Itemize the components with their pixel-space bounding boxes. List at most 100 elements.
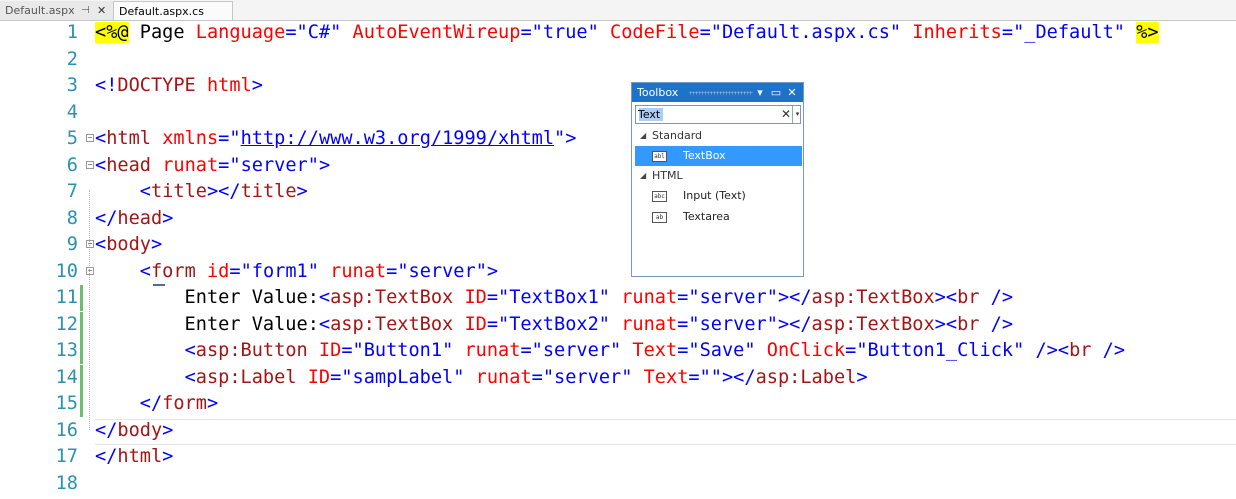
code-token: OnClick [766, 340, 846, 361]
code-line[interactable]: 6− <head runat="server"> [0, 153, 1236, 179]
code-token: = [386, 260, 398, 282]
code-line[interactable]: 3 <!DOCTYPE html> [0, 73, 1236, 99]
code-token: html [106, 128, 151, 149]
code-text: </body> [95, 418, 173, 444]
item-label: Textarea [683, 210, 730, 223]
line-number: 17 [55, 446, 78, 467]
line-number: 3 [66, 75, 78, 96]
code-line[interactable]: 15 </form> [0, 391, 1236, 417]
code-text: <body> [95, 232, 162, 258]
code-token: br [957, 313, 980, 335]
search-options-dropdown-icon[interactable]: ▾ [792, 106, 802, 123]
code-token: "C#" [296, 22, 342, 43]
code-token: = [285, 22, 297, 43]
toolbox-item-input-text[interactable]: abc Input (Text) [635, 186, 802, 206]
code-token: html [206, 75, 252, 96]
toolbox-group-html[interactable]: ◢ HTML [632, 166, 803, 185]
code-line[interactable]: 1 <%@ Page Language="C#" AutoEventWireup=… [0, 20, 1236, 46]
code-token: %> [1136, 22, 1159, 43]
line-number: 8 [66, 207, 78, 229]
code-token: title [240, 181, 297, 202]
code-line[interactable]: 16 </body> [0, 418, 1236, 444]
collapse-icon[interactable]: − [86, 240, 94, 248]
code-token: < [95, 234, 107, 255]
code-line[interactable]: 9− <body> [0, 232, 1236, 258]
maximize-icon[interactable]: ▭ [769, 85, 783, 100]
code-token: = [486, 313, 499, 335]
code-text: </head> [95, 206, 173, 232]
input-text-icon: abc [652, 191, 667, 202]
code-token: "server" [531, 340, 622, 361]
code-line[interactable]: 5− <html xmlns="http://www.w3.org/1999/xh… [0, 126, 1236, 152]
code-line[interactable]: 8 </head> [0, 206, 1236, 232]
code-token: ></ [777, 313, 812, 335]
code-token: < [139, 181, 151, 202]
code-token: runat [330, 260, 387, 282]
code-token: "" [699, 366, 722, 388]
code-token: Enter Value: [95, 313, 319, 335]
change-indicator [80, 391, 83, 417]
code-token: </ [139, 393, 163, 414]
line-number: 12 [55, 313, 78, 335]
collapse-icon[interactable]: − [86, 160, 94, 169]
code-line[interactable]: 7 <title></title> [0, 179, 1236, 205]
toolbox-search-input[interactable] [638, 107, 776, 122]
code-editor[interactable]: 1 <%@ Page Language="C#" AutoEventWireup=… [0, 20, 1236, 499]
line-number: 2 [66, 48, 78, 70]
pin-icon[interactable]: ⊣ [81, 1, 90, 20]
code-text: Enter Value:<asp:TextBox ID="TextBox2" r… [95, 312, 1014, 338]
change-indicator [80, 364, 83, 391]
code-line[interactable]: 11 Enter Value:<asp:TextBox ID="TextBox1… [0, 285, 1236, 311]
code-line[interactable]: 12 Enter Value:<asp:TextBox ID="TextBox2… [0, 311, 1236, 338]
collapse-icon[interactable]: − [86, 266, 94, 275]
code-text: <form id="form1" runat="server"> [95, 259, 498, 285]
item-label: Input (Text) [683, 189, 746, 202]
code-token: > [206, 393, 219, 414]
code-token: ID [464, 313, 487, 335]
code-line[interactable]: 17 </html> [0, 444, 1236, 470]
close-icon[interactable]: ✕ [97, 1, 106, 20]
code-line[interactable]: 10− <form id="form1" runat="server"> [0, 259, 1236, 285]
code-token: ID [464, 287, 487, 308]
tab-default-aspx[interactable]: Default.aspx ⊣ ✕ [0, 1, 113, 20]
collapse-icon[interactable]: − [86, 134, 94, 142]
code-line[interactable]: 13 <asp:Button ID="Button1" runat="serve… [0, 338, 1236, 364]
code-line[interactable]: 2 [0, 47, 1236, 73]
line-number: 14 [55, 366, 78, 388]
window-position-dropdown-icon[interactable]: ▾ [753, 85, 767, 100]
toolbox-item-textbox[interactable]: abl TextBox [635, 146, 802, 166]
code-token: asp:Label [755, 366, 857, 388]
line-number: 18 [55, 472, 78, 494]
tab-default-aspx-cs[interactable]: Default.aspx.cs [113, 1, 233, 20]
code-token: = [218, 128, 230, 149]
code-line[interactable]: 18 [0, 471, 1236, 497]
code-token: = [677, 287, 689, 308]
code-token: > [296, 181, 308, 202]
code-token: Inherits [912, 22, 1002, 43]
toolbox-item-textarea[interactable]: ab Textarea [635, 207, 802, 227]
code-line[interactable]: 14 <asp:Label ID="sampLabel" runat="serv… [0, 364, 1236, 391]
close-icon[interactable]: ✕ [785, 85, 799, 100]
clear-search-icon[interactable]: ✕ [780, 107, 792, 122]
code-token: runat [621, 287, 678, 308]
code-token: asp:TextBox [330, 313, 454, 335]
toolbox-title-bar[interactable]: Toolbox ▾ ▭ ✕ [632, 83, 803, 102]
toolbox-group-standard[interactable]: ◢ Standard [632, 126, 803, 145]
code-token: </ [95, 446, 118, 467]
code-token: /> [990, 313, 1014, 335]
code-line[interactable]: 4 [0, 100, 1236, 126]
code-token: "Button1" [352, 340, 454, 361]
code-token: = [218, 154, 230, 176]
